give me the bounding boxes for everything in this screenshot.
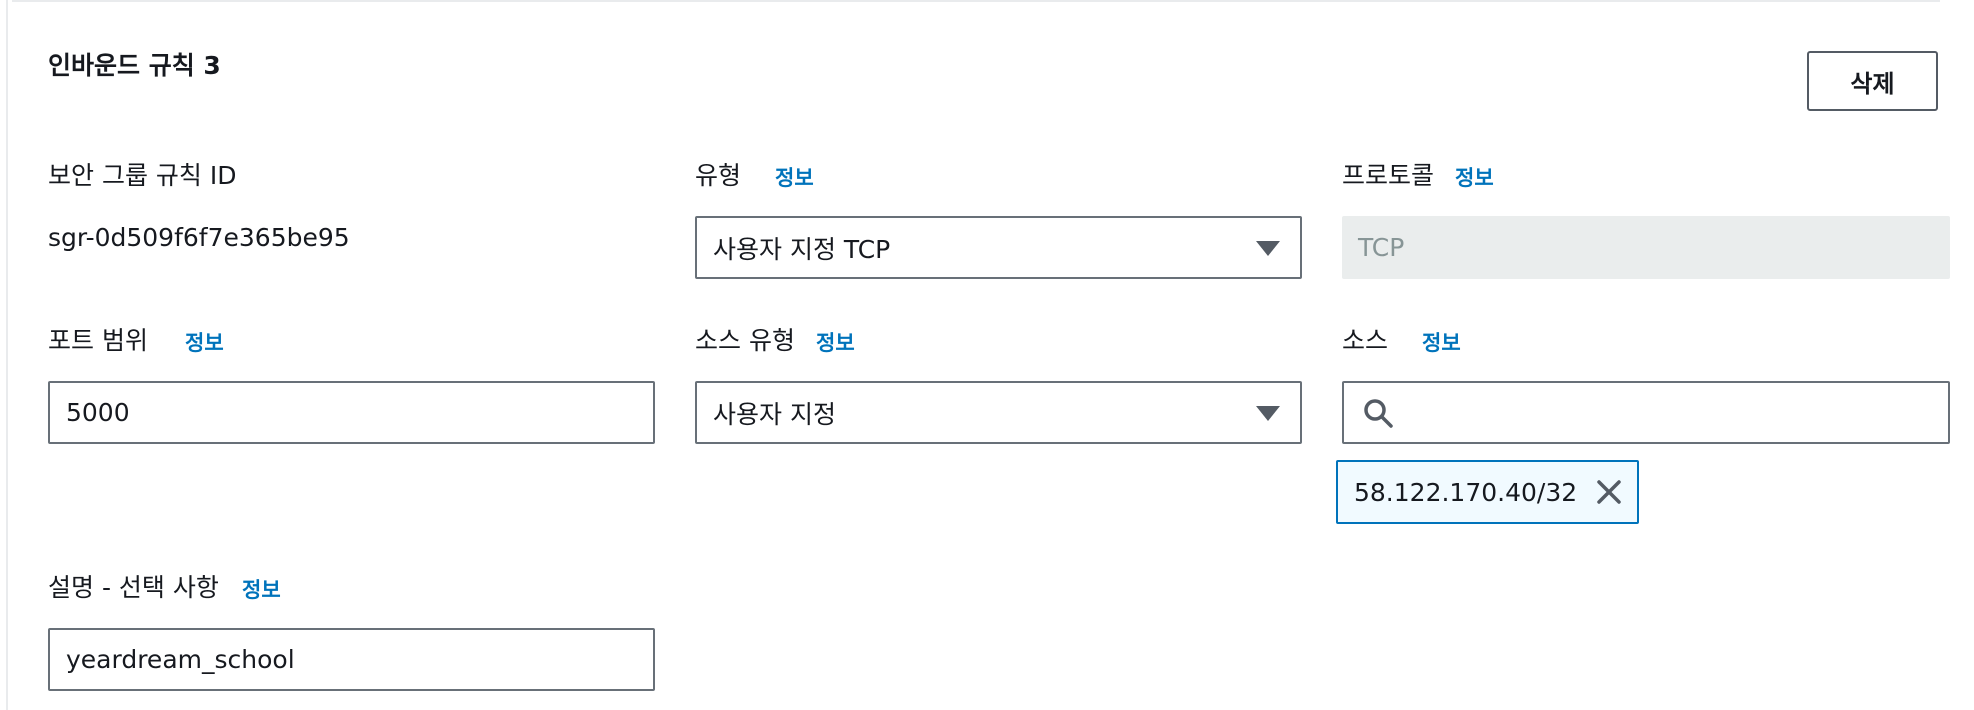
source-type-select[interactable]: 사용자 지정 [695, 381, 1302, 444]
port-range-input[interactable]: 5000 [48, 381, 655, 444]
caret-down-icon [1256, 406, 1280, 421]
panel-top-divider [12, 0, 1940, 2]
source-info-link[interactable]: 정보 [1422, 325, 1461, 361]
protocol-label: 프로토콜 [1342, 161, 1435, 190]
rule-id-label: 보안 그룹 규칙 ID [48, 161, 237, 190]
protocol-value: TCP [1358, 233, 1405, 262]
source-type-select-value: 사용자 지정 [713, 399, 836, 429]
description-label: 설명 - 선택 사항 [48, 573, 219, 602]
delete-button[interactable]: 삭제 [1807, 51, 1938, 111]
description-info-link[interactable]: 정보 [242, 572, 281, 608]
source-token-label: 58.122.170.40/32 [1354, 477, 1578, 507]
type-label: 유형 [695, 161, 742, 190]
close-icon[interactable] [1595, 478, 1623, 506]
protocol-info-link[interactable]: 정보 [1455, 160, 1494, 196]
source-type-info-link[interactable]: 정보 [816, 325, 855, 361]
source-token: 58.122.170.40/32 [1336, 460, 1640, 524]
protocol-field: TCP [1342, 216, 1950, 279]
rule-id-value: sgr-0d509f6f7e365be95 [48, 223, 350, 252]
source-search-input[interactable] [1342, 381, 1950, 444]
source-type-label: 소스 유형 [695, 326, 795, 355]
port-range-label: 포트 범위 [48, 326, 148, 355]
description-input[interactable]: yeardream_school [48, 628, 655, 691]
description-value: yeardream_school [66, 645, 295, 674]
port-range-info-link[interactable]: 정보 [185, 325, 224, 361]
type-select-value: 사용자 지정 TCP [713, 234, 891, 264]
type-info-link[interactable]: 정보 [775, 160, 814, 196]
inbound-rule-panel: 인바운드 규칙 3 삭제 보안 그룹 규칙 ID sgr-0d509f6f7e3… [0, 0, 1974, 710]
source-label: 소스 [1342, 326, 1389, 355]
type-select[interactable]: 사용자 지정 TCP [695, 216, 1302, 279]
panel-left-border [6, 0, 8, 710]
search-icon [1364, 399, 1393, 428]
rule-title: 인바운드 규칙 3 [48, 51, 221, 80]
port-range-value: 5000 [66, 398, 130, 427]
caret-down-icon [1256, 241, 1280, 256]
